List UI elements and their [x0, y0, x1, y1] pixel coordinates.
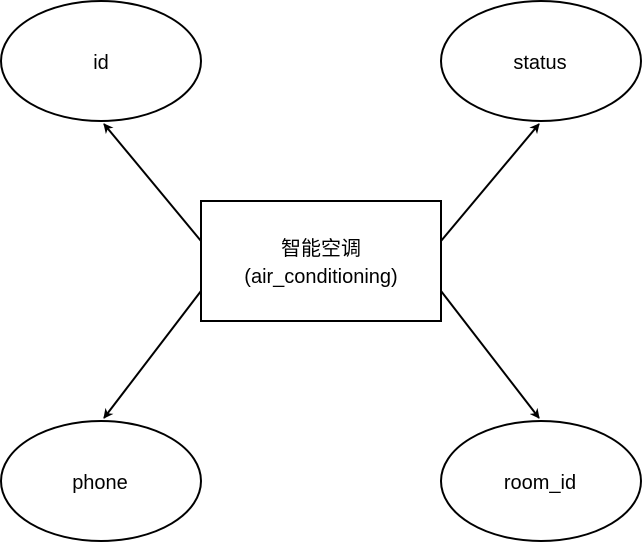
attribute-label: id [93, 52, 109, 74]
connector-room-id [440, 290, 540, 419]
connector-phone [103, 290, 202, 419]
attribute-label: phone [72, 472, 128, 494]
attribute-label: room_id [504, 472, 576, 494]
connector-id [103, 123, 202, 242]
attribute-room-id[interactable]: room_id [440, 420, 642, 542]
connector-status [440, 123, 540, 242]
entity-air-conditioning[interactable]: 智能空调 (air_conditioning) [200, 200, 442, 322]
attribute-id[interactable]: id [0, 0, 202, 122]
entity-name-chinese: 智能空调 [281, 237, 361, 260]
er-diagram: 智能空调 (air_conditioning) id status phone … [0, 0, 642, 542]
entity-name-english: (air_conditioning) [244, 266, 397, 288]
attribute-status[interactable]: status [440, 0, 642, 122]
entity-box [200, 200, 442, 322]
attribute-label: status [513, 52, 566, 74]
attribute-phone[interactable]: phone [0, 420, 202, 542]
